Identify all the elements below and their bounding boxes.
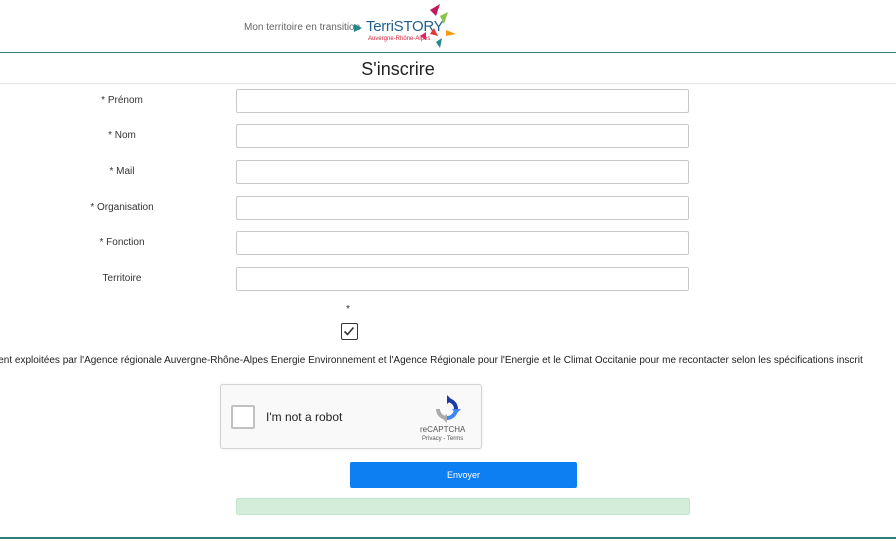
nom-input[interactable] <box>236 124 689 148</box>
organisation-label: * Organisation <box>90 202 154 213</box>
site-header: Mon territoire en transition TerriSTORY … <box>0 0 896 53</box>
consent-checkbox[interactable] <box>341 323 358 340</box>
fonction-input[interactable] <box>236 231 689 255</box>
field-row-mail: * Mail <box>0 160 896 186</box>
field-row-nom: * Nom <box>0 124 896 150</box>
status-message <box>236 498 690 515</box>
recaptcha-logo-icon <box>436 395 461 423</box>
consent-required-marker: * <box>346 304 350 315</box>
logo-arrow-icon <box>354 24 362 32</box>
field-row-fonction: * Fonction <box>0 231 896 257</box>
territory-logo[interactable]: Mon territoire en transition TerriSTORY … <box>244 4 464 48</box>
fonction-label: * Fonction <box>99 237 145 248</box>
field-row-territoire: Territoire <box>0 267 896 293</box>
checkmark-icon <box>343 326 355 336</box>
prenom-label: * Prénom <box>101 95 143 106</box>
field-row-prenom: * Prénom <box>0 89 896 115</box>
logo-tagline: Mon territoire en transition <box>244 22 361 33</box>
recaptcha-label: I'm not a robot <box>266 410 343 424</box>
logo-confetti-icon <box>420 4 456 48</box>
recaptcha-privacy-terms-link[interactable]: Privacy - Terms <box>422 436 463 442</box>
submit-button[interactable]: Envoyer <box>350 462 577 488</box>
mail-label: * Mail <box>109 166 135 177</box>
field-row-organisation: * Organisation <box>0 196 896 222</box>
footer-divider <box>0 537 896 539</box>
page-title: S'inscrire <box>361 59 435 79</box>
prenom-input[interactable] <box>236 89 689 113</box>
territoire-label: Territoire <box>102 273 142 284</box>
territoire-input[interactable] <box>236 267 689 291</box>
nom-label: * Nom <box>108 130 136 141</box>
mail-input[interactable] <box>236 160 689 184</box>
recaptcha-widget: I'm not a robot reCAPTCHA Privacy - Term… <box>220 384 482 449</box>
consent-text: ient exploitées par l'Agence régionale A… <box>0 355 863 366</box>
organisation-input[interactable] <box>236 196 689 220</box>
title-bar: S'inscrire <box>0 53 896 84</box>
recaptcha-brand: reCAPTCHA <box>420 425 466 434</box>
recaptcha-checkbox[interactable] <box>231 405 255 429</box>
